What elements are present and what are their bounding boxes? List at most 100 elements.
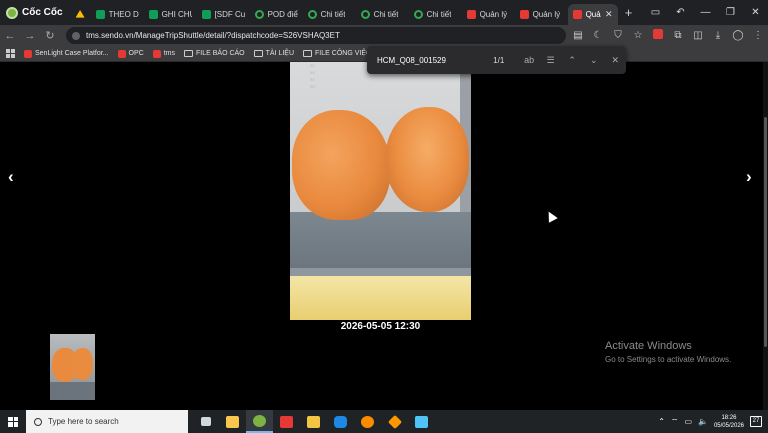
- find-options-icon[interactable]: ☰: [540, 55, 562, 66]
- forward-icon[interactable]: →: [20, 30, 40, 42]
- shield-icon[interactable]: ⛉: [608, 30, 628, 41]
- tab-3[interactable]: [SDF Cu: [197, 4, 250, 25]
- toolbar-actions: ▤ ☾ ⛉ ☆ ⧉ ◫ ⤓ ◯ ⋮: [568, 25, 768, 46]
- thumb-shelf: [50, 382, 95, 400]
- photo-thumbnail[interactable]: [50, 334, 95, 400]
- tab-label: Chi tiết: [320, 10, 346, 19]
- photo-shelf-lip: [290, 268, 471, 276]
- find-next-chevron-down-icon[interactable]: ⌄: [583, 55, 605, 66]
- bookmark-senlight[interactable]: SenLight Case Platfor...: [24, 49, 109, 58]
- reload-icon[interactable]: ↻: [40, 29, 60, 42]
- tab-label: POD điể: [267, 10, 298, 19]
- web-icon: [307, 10, 317, 19]
- tab-label: Chi tiết: [373, 10, 399, 19]
- find-close-icon[interactable]: ✕: [604, 55, 626, 66]
- tab-7[interactable]: Chi tiết: [409, 4, 462, 25]
- bookmark-folder-cong-viec[interactable]: FILE CÔNG VIỆC: [303, 50, 371, 57]
- web-icon: [360, 10, 370, 19]
- page-scrollbar[interactable]: [763, 62, 768, 410]
- scrollbar-thumb[interactable]: [764, 117, 767, 347]
- notification-center-icon[interactable]: 27: [750, 416, 762, 427]
- menu-icon[interactable]: ⋮: [748, 30, 768, 41]
- task-view-icon[interactable]: [192, 410, 219, 433]
- bookmark-label: TÀI LIỆU: [265, 50, 295, 57]
- bookmark-folder-tai-lieu[interactable]: TÀI LIỆU: [253, 50, 295, 57]
- sendo-icon: [519, 10, 529, 19]
- sheets-icon: [148, 10, 158, 19]
- file-explorer-icon[interactable]: [219, 410, 246, 433]
- folder-icon: [184, 50, 193, 57]
- close-tab-icon[interactable]: ✕: [605, 9, 613, 20]
- web-icon: [413, 10, 423, 19]
- site-info-icon[interactable]: [72, 31, 80, 40]
- coccoc-icon[interactable]: [246, 410, 273, 433]
- sendo-icon: [24, 49, 32, 58]
- tab-6[interactable]: Chi tiết: [356, 4, 409, 25]
- tab-2[interactable]: GHI CHÚ: [144, 4, 197, 25]
- profile-icon[interactable]: ◯: [728, 30, 748, 41]
- tab-9[interactable]: Quản lý: [515, 4, 568, 25]
- tab-1[interactable]: THEO DÕ: [91, 4, 144, 25]
- volume-icon[interactable]: 🔈: [698, 417, 708, 426]
- back-icon[interactable]: ←: [0, 30, 20, 42]
- tab-strip: Cốc Cốc THEO DÕ GHI CHÚ [SDF Cu POD điể …: [0, 0, 768, 25]
- bookmark-star-icon[interactable]: ☆: [628, 30, 648, 41]
- drive-icon: [75, 10, 85, 18]
- window-controls: ▭ ↶ — ❐ ✕: [643, 7, 768, 18]
- start-button[interactable]: [0, 410, 26, 433]
- new-tab-button[interactable]: +: [618, 5, 640, 20]
- match-case-icon[interactable]: ab: [518, 55, 540, 65]
- delivery-photo[interactable]: ... ... ... ...: [290, 62, 471, 320]
- downloads-icon[interactable]: ⤓: [708, 30, 728, 41]
- extension-red-icon[interactable]: [648, 29, 668, 42]
- photo-bottom-area: [290, 276, 471, 320]
- restore-icon[interactable]: ❐: [718, 7, 743, 18]
- tray-clock[interactable]: 18:26 05/05/2026: [714, 414, 744, 430]
- app-blue-icon[interactable]: [408, 410, 435, 433]
- bookmark-label: tms: [163, 50, 175, 57]
- tab-4[interactable]: POD điể: [250, 4, 303, 25]
- prev-image-arrow-icon[interactable]: ‹: [8, 167, 14, 187]
- tray-time: 18:26: [721, 414, 737, 421]
- taskbar-search[interactable]: Type here to search: [26, 410, 188, 433]
- tab-8[interactable]: Quản lý: [462, 4, 515, 25]
- find-prev-chevron-up-icon[interactable]: ⌃: [561, 55, 583, 66]
- extensions-icon[interactable]: ⧉: [668, 30, 688, 41]
- url-text[interactable]: tms.sendo.vn/ManageTripShuttle/detail/?d…: [86, 31, 340, 40]
- reader-icon[interactable]: ▤: [568, 30, 588, 41]
- apps-grid-icon[interactable]: [6, 49, 15, 58]
- tray-chevron-up-icon[interactable]: ⌃: [658, 417, 665, 426]
- find-input[interactable]: HCM_Q08_001529: [367, 56, 475, 65]
- app-orange-icon[interactable]: [381, 410, 408, 433]
- find-bar: HCM_Q08_001529 1/1 ab ☰ ⌃ ⌄ ✕: [367, 46, 626, 74]
- back-history-icon[interactable]: ↶: [668, 7, 693, 18]
- image-viewer: ... ... ... ... ‹ › 2026-05-05 12:30 Act…: [0, 62, 763, 410]
- tab-active[interactable]: Quả ✕: [567, 4, 618, 25]
- search-placeholder: Type here to search: [48, 417, 119, 426]
- address-bar[interactable]: tms.sendo.vn/ManageTripShuttle/detail/?d…: [66, 27, 566, 44]
- dark-mode-icon[interactable]: ☾: [588, 30, 608, 41]
- windows-logo-icon: [8, 416, 18, 427]
- bookmark-opc[interactable]: OPC: [117, 49, 144, 58]
- next-image-arrow-icon[interactable]: ›: [746, 167, 752, 187]
- browser-brand[interactable]: Cốc Cốc: [0, 0, 71, 25]
- screenshot-icon[interactable]: ▭: [643, 7, 668, 18]
- tab-5[interactable]: Chi tiết: [303, 4, 356, 25]
- bookmark-folder-bao-cao[interactable]: FILE BÁO CÁO: [184, 50, 245, 57]
- tab-label: GHI CHÚ: [161, 10, 192, 19]
- bookmark-label: OPC: [128, 50, 144, 57]
- tab-0[interactable]: [71, 4, 91, 25]
- bookmark-tms[interactable]: tms: [152, 49, 175, 58]
- minimize-icon[interactable]: —: [693, 7, 718, 18]
- chrome-icon[interactable]: [354, 410, 381, 433]
- sticky-notes-icon[interactable]: [300, 410, 327, 433]
- close-window-icon[interactable]: ✕: [743, 7, 768, 18]
- split-view-icon[interactable]: ◫: [688, 30, 708, 41]
- zalo-icon[interactable]: [327, 410, 354, 433]
- network-icon[interactable]: ⌔: [671, 417, 679, 427]
- orange-bag-right: [385, 107, 469, 212]
- wps-icon[interactable]: [273, 410, 300, 433]
- battery-icon[interactable]: ▭: [684, 417, 692, 426]
- tab-label: Quản lý: [479, 10, 508, 19]
- tray-date: 05/05/2026: [713, 422, 744, 429]
